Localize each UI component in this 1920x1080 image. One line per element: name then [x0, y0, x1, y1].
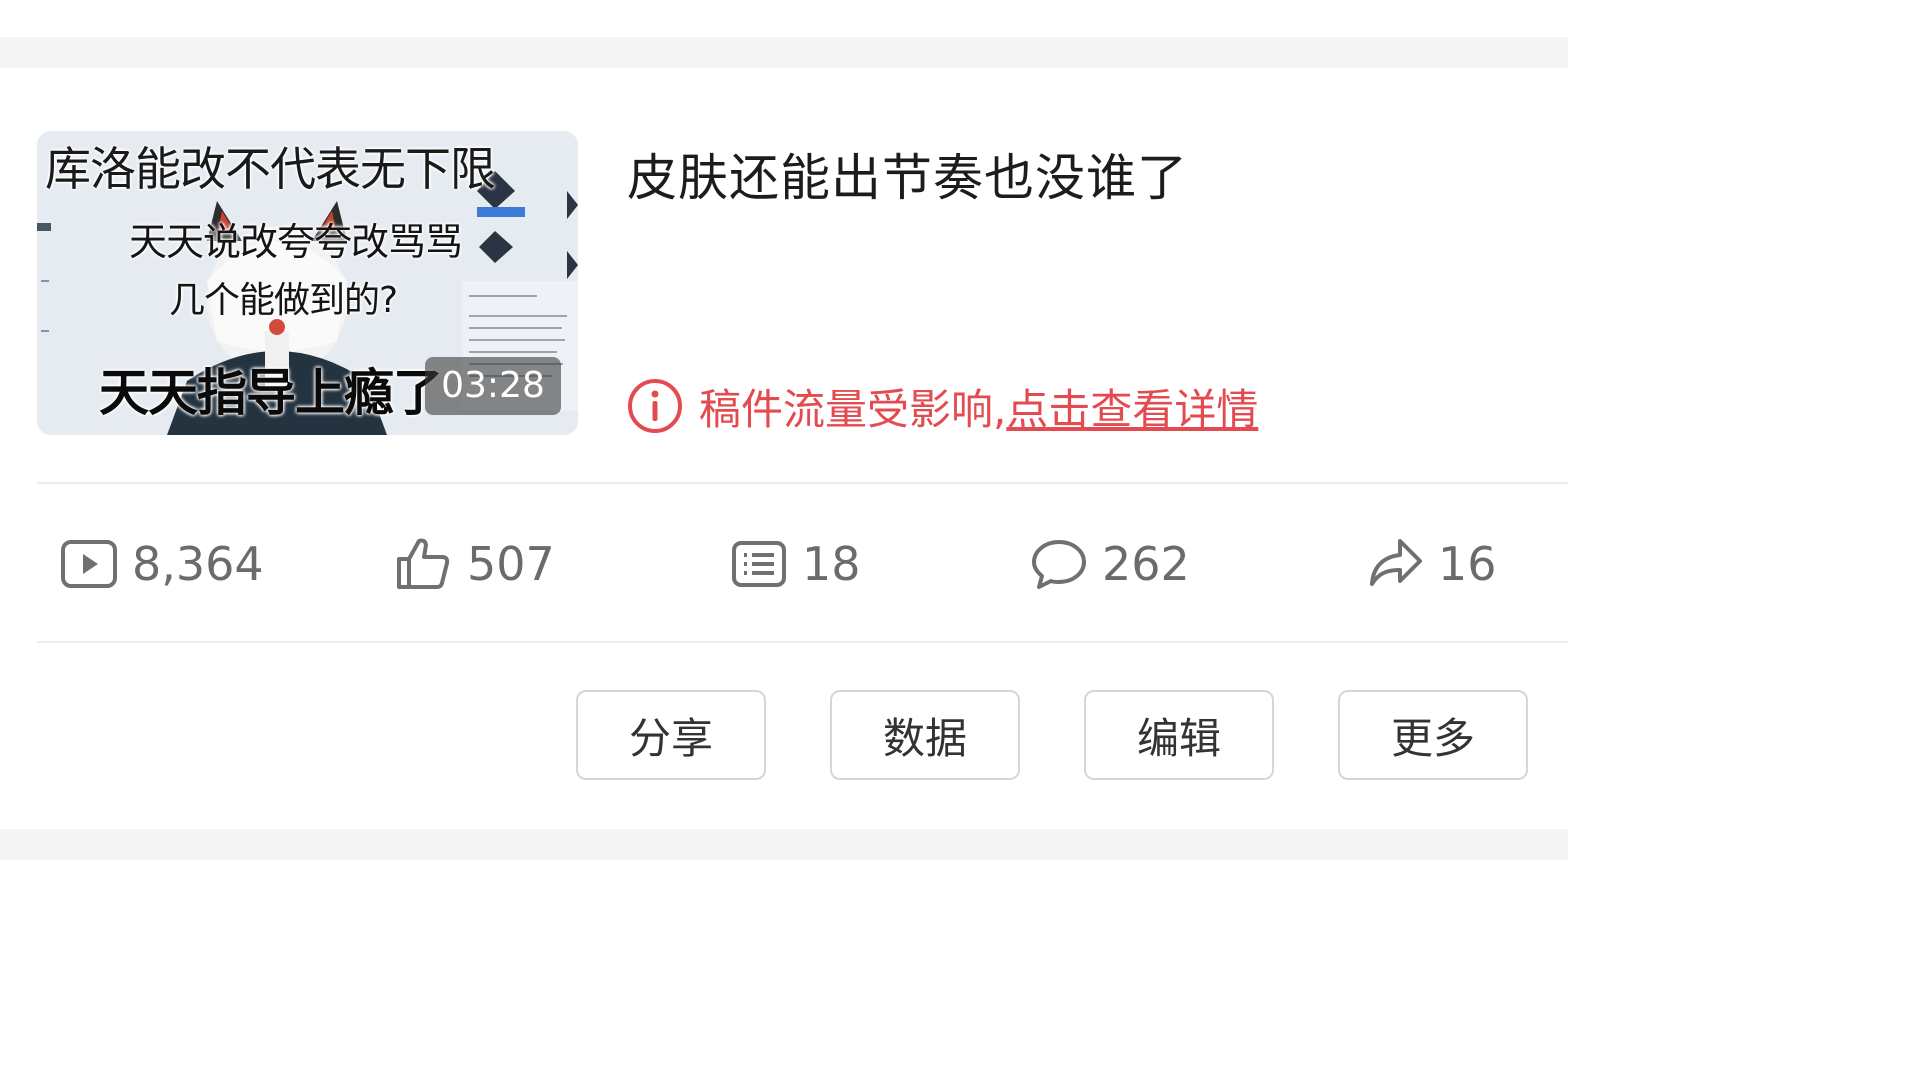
traffic-warning: 稿件流量受影响, 点击查看详情 — [627, 376, 1258, 436]
shares-count: 16 — [1438, 537, 1497, 591]
thumbnail-caption-top: 库洛能改不代表无下限 — [45, 142, 496, 196]
edit-button[interactable]: 编辑 — [1084, 690, 1274, 780]
data-button[interactable]: 数据 — [830, 690, 1020, 780]
share-button[interactable]: 分享 — [576, 690, 766, 780]
duration-badge: 03:28 — [425, 357, 561, 415]
view-details-link[interactable]: 点击查看详情 — [1006, 376, 1258, 437]
divider — [37, 641, 1568, 643]
video-thumbnail[interactable]: 库洛能改不代表无下限 天天说改夸夸改骂骂 几个能做到的? 天天指导上瘾了 03:… — [37, 131, 578, 435]
stat-shares: 16 — [1366, 532, 1497, 596]
more-button[interactable]: 更多 — [1338, 690, 1528, 780]
divider — [37, 482, 1568, 484]
danmaku-icon — [732, 541, 786, 587]
stat-danmaku: 18 — [730, 532, 861, 596]
warning-text: 稿件流量受影响, — [699, 384, 1007, 434]
thumbnail-caption-bottom: 天天指导上瘾了 — [99, 364, 443, 422]
video-title[interactable]: 皮肤还能出节奏也没谁了 — [627, 138, 1188, 210]
thumbnail-caption-middle2: 几个能做到的? — [169, 280, 398, 321]
views-count: 8,364 — [132, 537, 264, 591]
share-icon — [1370, 539, 1422, 586]
play-icon — [61, 540, 117, 588]
info-circle-icon — [628, 379, 682, 433]
section-gap-top — [0, 37, 1568, 68]
likes-count: 507 — [467, 537, 555, 591]
stat-views: 8,364 — [60, 532, 264, 596]
section-gap-bottom — [0, 829, 1568, 860]
stat-comments: 262 — [1030, 532, 1190, 596]
thumbnail-caption-middle: 天天说改夸夸改骂骂 — [129, 220, 463, 264]
stat-likes: 507 — [395, 532, 555, 596]
danmaku-count: 18 — [802, 537, 861, 591]
comment-icon — [1032, 540, 1086, 589]
bottom-area — [0, 860, 1568, 882]
comments-count: 262 — [1102, 537, 1190, 591]
thumbs-up-icon — [397, 538, 450, 589]
top-area — [0, 0, 1568, 37]
